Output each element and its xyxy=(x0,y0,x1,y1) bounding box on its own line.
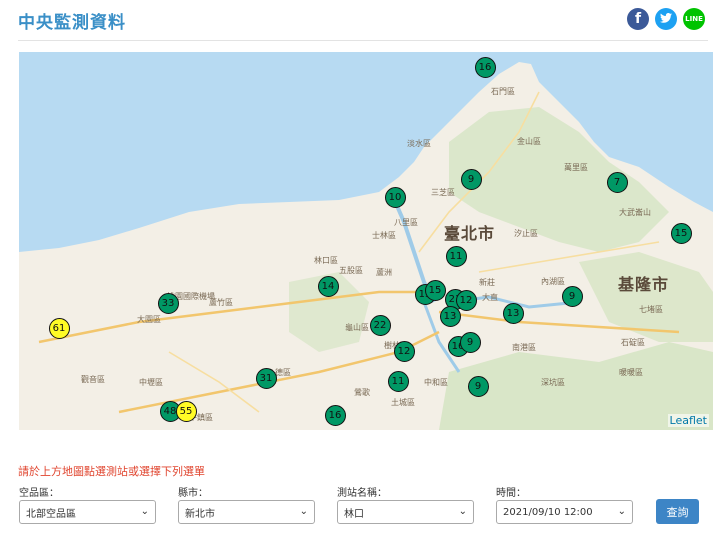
district-label: 大直 xyxy=(482,293,498,302)
station-select-value: 林口 xyxy=(344,508,364,520)
station-marker[interactable]: 61 xyxy=(48,317,70,339)
district-label: 五股區 xyxy=(339,266,363,275)
station-marker[interactable]: 16 xyxy=(474,56,496,78)
city-label: 基隆市 xyxy=(618,275,670,294)
district-label: 深坑區 xyxy=(541,378,565,387)
county-label: 縣市： xyxy=(178,488,208,499)
station-marker[interactable]: 9 xyxy=(561,285,583,307)
area-label: 空品區： xyxy=(19,488,59,499)
station-marker[interactable]: 10 xyxy=(384,186,406,208)
twitter-icon xyxy=(660,12,672,26)
district-label: 八里區 xyxy=(394,218,418,227)
station-marker[interactable]: 12 xyxy=(393,340,415,362)
page-header: 中央監測資料 f LINE xyxy=(0,0,720,41)
query-button[interactable]: 查詢 xyxy=(656,499,699,524)
area-select[interactable]: 北部空品區 ⌄ xyxy=(19,500,156,524)
facebook-icon: f xyxy=(634,11,642,27)
district-label: 林口區 xyxy=(314,256,338,265)
chevron-down-icon: ⌄ xyxy=(140,506,149,517)
station-marker[interactable]: 9 xyxy=(460,168,482,190)
header-divider xyxy=(18,40,708,41)
chevron-down-icon: ⌄ xyxy=(299,506,308,517)
district-label: 蘆洲 xyxy=(376,268,392,277)
station-marker[interactable]: 9 xyxy=(459,331,481,353)
district-label: 中壢區 xyxy=(139,378,163,387)
district-label: 七堵區 xyxy=(639,305,663,314)
station-label: 測站名稱： xyxy=(337,488,387,499)
station-marker[interactable]: 22 xyxy=(369,314,391,336)
station-marker[interactable]: 13 xyxy=(439,305,461,327)
station-marker[interactable]: 7 xyxy=(606,171,628,193)
area-select-value: 北部空品區 xyxy=(26,508,76,520)
page-title: 中央監測資料 xyxy=(18,13,126,33)
air-quality-map[interactable]: 臺北市基隆市 石門區金山區 淡水區萬里區三芝區大武崙山八里區士林區 汐止區五股區 蘆洲 林… xyxy=(19,52,713,430)
district-label: 淡水區 xyxy=(407,139,431,148)
district-label: 內湖區 xyxy=(541,277,565,286)
district-label: 土城區 xyxy=(391,398,415,407)
district-label: 龜山區 xyxy=(345,323,369,332)
time-select-value: 2021/09/10 12:00 xyxy=(503,506,593,518)
station-marker[interactable]: 12 xyxy=(455,289,477,311)
station-marker[interactable]: 11 xyxy=(445,245,467,267)
district-label: 中和區 xyxy=(424,378,448,387)
time-label: 時間： xyxy=(496,488,526,499)
district-label: 大武崙山 xyxy=(619,208,651,217)
district-label: 萬里區 xyxy=(564,163,588,172)
district-label: 鶯歌 xyxy=(354,388,370,397)
chevron-down-icon: ⌄ xyxy=(458,506,467,517)
district-label: 大園區 xyxy=(137,315,161,324)
leaflet-attribution-link[interactable]: Leaflet xyxy=(667,414,709,427)
district-label: 暖暖區 xyxy=(619,368,643,377)
selection-hint: 請於上方地圖點選測站或選擇下列選單 xyxy=(18,465,205,478)
station-marker[interactable]: 15 xyxy=(670,222,692,244)
station-marker[interactable]: 33 xyxy=(157,292,179,314)
station-marker[interactable]: 15 xyxy=(424,279,446,301)
district-label: 金山區 xyxy=(517,137,541,146)
station-marker[interactable]: 14 xyxy=(317,275,339,297)
county-select-value: 新北市 xyxy=(185,508,215,520)
line-icon: LINE xyxy=(685,15,703,23)
district-label: 石門區 xyxy=(491,87,515,96)
district-label: 新莊 xyxy=(479,278,495,287)
station-marker[interactable]: 11 xyxy=(387,370,409,392)
station-marker[interactable]: 31 xyxy=(255,367,277,389)
district-label: 蘆竹區 xyxy=(209,298,233,307)
station-marker[interactable]: 9 xyxy=(467,375,489,397)
twitter-share-button[interactable] xyxy=(655,8,677,30)
station-select[interactable]: 林口 ⌄ xyxy=(337,500,474,524)
map-basemap[interactable] xyxy=(19,52,713,430)
district-label: 汐止區 xyxy=(514,229,538,238)
city-label: 臺北市 xyxy=(444,224,496,243)
line-share-button[interactable]: LINE xyxy=(683,8,705,30)
chevron-down-icon: ⌄ xyxy=(617,506,626,517)
facebook-share-button[interactable]: f xyxy=(627,8,649,30)
station-marker[interactable]: 55 xyxy=(175,400,197,422)
county-select[interactable]: 新北市 ⌄ xyxy=(178,500,315,524)
district-label: 士林區 xyxy=(372,231,396,240)
district-label: 南港區 xyxy=(512,343,536,352)
station-marker[interactable]: 16 xyxy=(324,404,346,426)
station-marker[interactable]: 13 xyxy=(502,302,524,324)
district-label: 石碇區 xyxy=(621,338,645,347)
district-label: 三芝區 xyxy=(431,188,455,197)
district-label: 觀音區 xyxy=(81,375,105,384)
time-select[interactable]: 2021/09/10 12:00 ⌄ xyxy=(496,500,633,524)
